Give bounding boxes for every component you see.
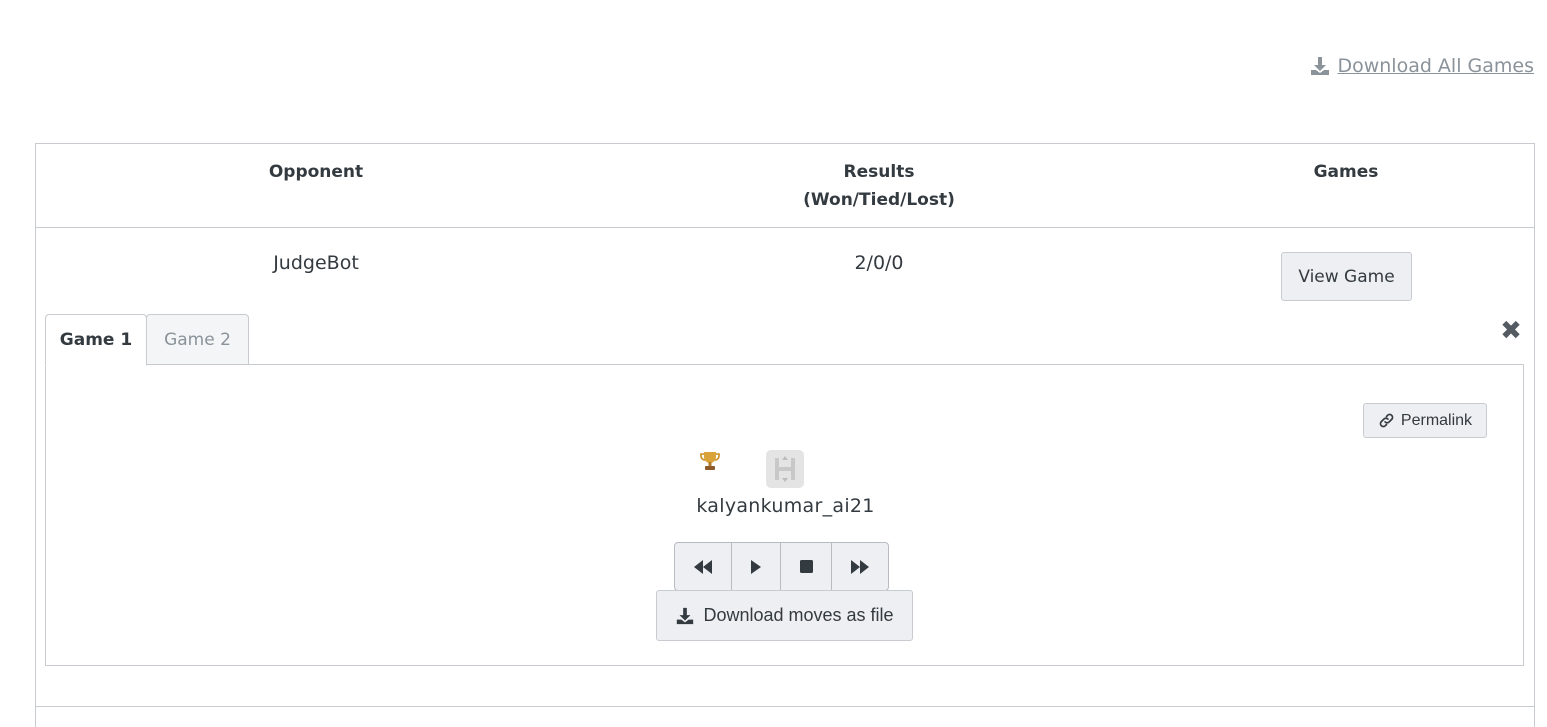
download-moves-button[interactable]: Download moves as file: [656, 590, 913, 641]
permalink-button[interactable]: Permalink: [1363, 403, 1487, 438]
link-icon: [1379, 413, 1394, 428]
download-all-label: Download All Games: [1337, 55, 1534, 77]
opponent-cell: JudgeBot: [273, 252, 359, 274]
header-results-subtitle: (Won/Tied/Lost): [803, 190, 955, 210]
player-avatar-icon: [766, 450, 804, 488]
header-results-title: Results: [843, 162, 915, 182]
download-icon: [677, 607, 694, 624]
tab-game-2[interactable]: Game 2: [146, 314, 249, 366]
game-panel: Permalink kalyankumar_ai21 Download move…: [45, 364, 1524, 666]
download-all-games-link[interactable]: Download All Games: [1309, 52, 1534, 80]
permalink-label: Permalink: [1400, 411, 1473, 429]
rewind-icon[interactable]: [675, 543, 732, 590]
close-icon[interactable]: ✖: [1498, 318, 1524, 344]
results-table: Opponent Results (Won/Tied/Lost) Games J…: [35, 143, 1535, 727]
header-games: Games: [1313, 162, 1379, 182]
row-divider: [36, 706, 1534, 707]
table-header: Opponent Results (Won/Tied/Lost) Games: [36, 144, 1534, 228]
header-opponent: Opponent: [268, 162, 364, 182]
play-icon[interactable]: [732, 543, 781, 590]
view-game-button[interactable]: View Game: [1281, 252, 1412, 301]
player-name: kalyankumar_ai21: [696, 495, 875, 517]
results-cell: 2/0/0: [854, 252, 904, 274]
download-moves-label: Download moves as file: [703, 605, 894, 625]
playback-controls: [674, 542, 889, 591]
header-results: Results (Won/Tied/Lost): [596, 158, 1162, 214]
fast-forward-icon[interactable]: [832, 543, 888, 590]
stop-icon[interactable]: [781, 543, 832, 590]
tab-game-1[interactable]: Game 1: [45, 314, 147, 366]
download-icon: [1311, 57, 1330, 75]
trophy-icon: [700, 452, 720, 470]
